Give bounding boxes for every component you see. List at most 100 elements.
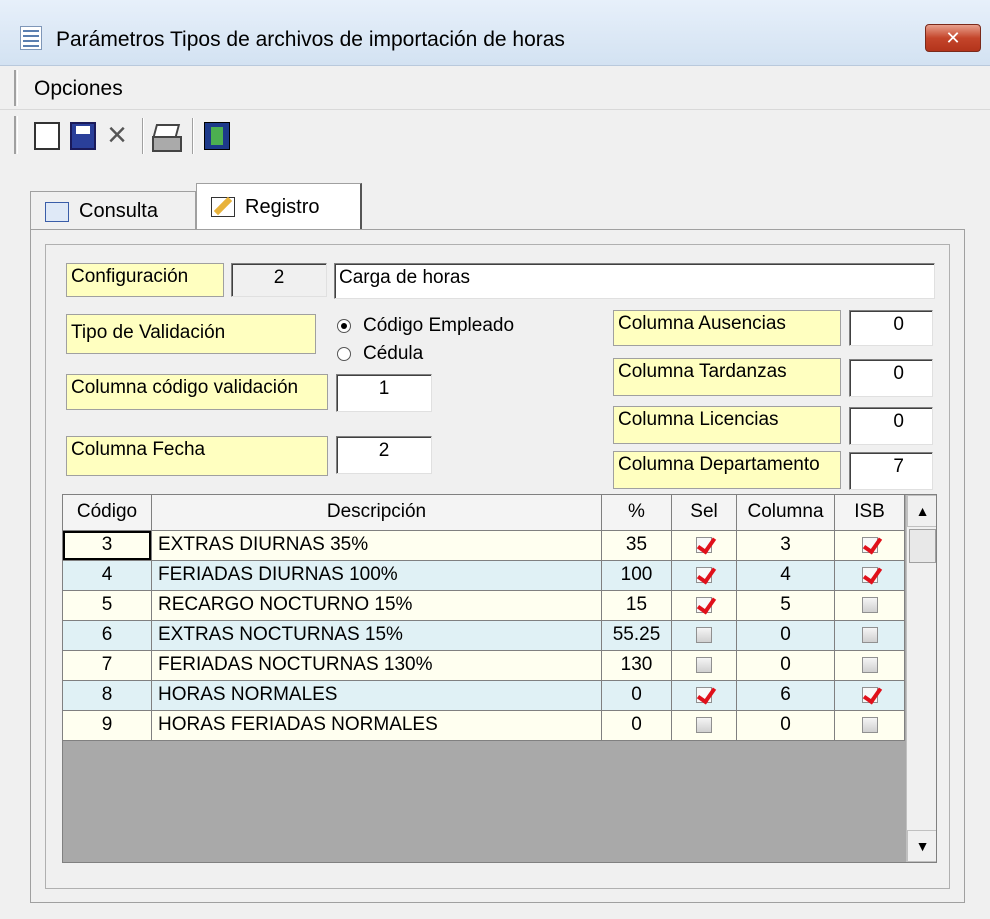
unchecked-icon[interactable] [696,626,712,643]
unchecked-icon[interactable] [861,716,878,733]
cell-descripcion[interactable]: RECARGO NOCTURNO 15% [152,591,602,621]
cell-sel[interactable] [672,561,737,591]
new-document-icon[interactable] [34,122,60,150]
tab-consulta[interactable]: Consulta [30,191,196,231]
cell-isb[interactable] [835,591,905,621]
cell-isb[interactable] [835,621,905,651]
unchecked-icon[interactable] [861,596,878,613]
delete-icon[interactable]: × [104,118,130,152]
configuracion-name-input[interactable]: Carga de horas [334,263,935,299]
cell-isb[interactable] [835,681,905,711]
cell-codigo[interactable]: 9 [63,711,152,741]
cell-sel[interactable] [672,621,737,651]
cell-isb[interactable] [835,651,905,681]
title-bar: Parámetros Tipos de archivos de importac… [0,0,990,66]
header-pct[interactable]: % [602,495,672,531]
checked-icon[interactable] [861,566,878,583]
columna-ausencias-input[interactable]: 0 [849,310,933,346]
cell-columna[interactable]: 5 [737,591,835,621]
cell-codigo[interactable]: 8 [63,681,152,711]
header-sel[interactable]: Sel [672,495,737,531]
table-row[interactable]: 4 FERIADAS DIURNAS 100% 100 4 [63,561,905,591]
cell-descripcion[interactable]: EXTRAS DIURNAS 35% [152,531,602,561]
cell-descripcion[interactable]: FERIADAS DIURNAS 100% [152,561,602,591]
table-row[interactable]: 7 FERIADAS NOCTURNAS 130% 130 0 [63,651,905,681]
columna-tardanzas-input[interactable]: 0 [849,359,933,397]
cell-codigo[interactable]: 4 [63,561,152,591]
columna-departamento-input[interactable]: 7 [849,452,933,490]
configuracion-label: Configuración [66,263,224,297]
unchecked-icon[interactable] [696,656,712,673]
radio-codigo-empleado[interactable]: Código Empleado [337,315,514,337]
cell-pct[interactable]: 100 [602,561,672,591]
toolbar: × [0,110,990,160]
cell-sel[interactable] [672,711,737,741]
unchecked-icon[interactable] [696,716,712,733]
header-descripcion[interactable]: Descripción [152,495,602,531]
header-isb[interactable]: ISB [835,495,905,531]
table-row[interactable]: 9 HORAS FERIADAS NORMALES 0 0 [63,711,905,741]
toolbar-separator [142,118,144,154]
cell-isb[interactable] [835,531,905,561]
cell-pct[interactable]: 35 [602,531,672,561]
table-row[interactable]: 5 RECARGO NOCTURNO 15% 15 5 [63,591,905,621]
cell-columna[interactable]: 0 [737,651,835,681]
unchecked-icon[interactable] [861,626,878,643]
scroll-down-icon[interactable]: ▼ [907,830,936,862]
header-columna[interactable]: Columna [737,495,835,531]
menu-opciones[interactable]: Opciones [34,77,123,101]
cell-codigo[interactable]: 6 [63,621,152,651]
tab-consulta-label: Consulta [79,200,158,222]
close-button[interactable]: ✕ [925,24,981,52]
cell-descripcion[interactable]: HORAS FERIADAS NORMALES [152,711,602,741]
scroll-thumb[interactable] [909,529,936,563]
menu-grip [14,70,18,106]
edit-icon [211,197,235,217]
header-codigo[interactable]: Código [63,495,152,531]
checked-icon[interactable] [696,686,712,703]
checked-icon[interactable] [861,536,878,553]
cell-pct[interactable]: 0 [602,711,672,741]
cell-columna[interactable]: 0 [737,711,835,741]
cell-sel[interactable] [672,681,737,711]
table-row[interactable]: 8 HORAS NORMALES 0 6 [63,681,905,711]
cell-codigo[interactable]: 3 [63,531,152,561]
print-icon[interactable] [152,122,182,152]
cell-pct[interactable]: 55.25 [602,621,672,651]
table-row[interactable]: 3 EXTRAS DIURNAS 35% 35 3 [63,531,905,561]
cell-codigo[interactable]: 7 [63,651,152,681]
cell-isb[interactable] [835,561,905,591]
cell-sel[interactable] [672,651,737,681]
table-row[interactable]: 6 EXTRAS NOCTURNAS 15% 55.25 0 [63,621,905,651]
columna-codigo-input[interactable]: 1 [336,374,432,412]
cell-sel[interactable] [672,591,737,621]
cell-codigo[interactable]: 5 [63,591,152,621]
cell-columna[interactable]: 4 [737,561,835,591]
grid-scrollbar[interactable]: ▲ ▼ [906,495,936,862]
exit-icon[interactable] [204,122,230,150]
checked-icon[interactable] [696,566,712,583]
columna-licencias-input[interactable]: 0 [849,407,933,445]
cell-columna[interactable]: 3 [737,531,835,561]
checked-icon[interactable] [861,686,878,703]
radio-cedula[interactable]: Cédula [337,343,423,365]
unchecked-icon[interactable] [861,656,878,673]
cell-pct[interactable]: 0 [602,681,672,711]
cell-descripcion[interactable]: HORAS NORMALES [152,681,602,711]
scroll-up-icon[interactable]: ▲ [907,495,936,527]
cell-pct[interactable]: 15 [602,591,672,621]
checked-icon[interactable] [696,536,712,553]
tab-registro[interactable]: Registro [196,183,362,230]
cell-descripcion[interactable]: EXTRAS NOCTURNAS 15% [152,621,602,651]
save-icon[interactable] [70,122,96,150]
cell-sel[interactable] [672,531,737,561]
toolbar-grip [14,116,18,154]
checked-icon[interactable] [696,596,712,613]
cell-isb[interactable] [835,711,905,741]
cell-columna[interactable]: 0 [737,621,835,651]
cell-columna[interactable]: 6 [737,681,835,711]
cell-pct[interactable]: 130 [602,651,672,681]
configuracion-id-field: 2 [231,263,327,297]
cell-descripcion[interactable]: FERIADAS NOCTURNAS 130% [152,651,602,681]
columna-fecha-input[interactable]: 2 [336,436,432,474]
